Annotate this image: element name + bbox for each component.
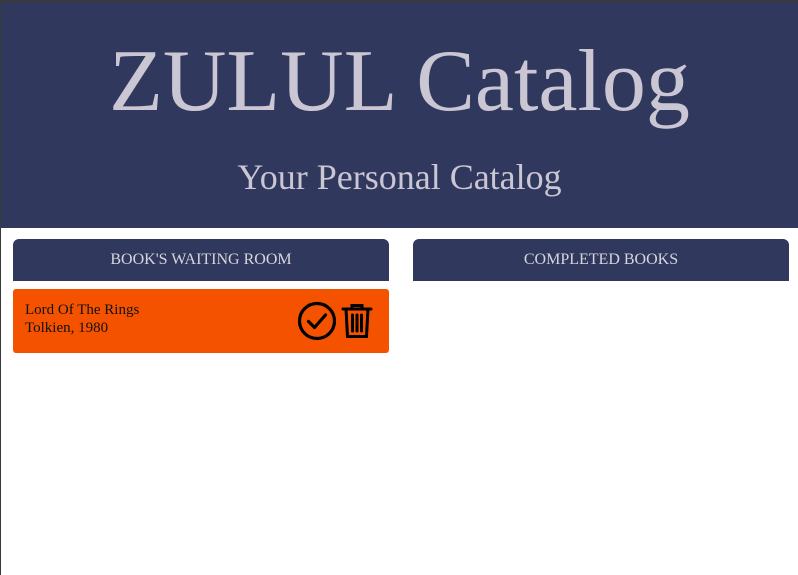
book-title: Lord Of The Rings: [25, 302, 140, 318]
book-author-year: Tolkien, 1980: [25, 320, 109, 336]
app-title: ZULUL Catalog: [109, 33, 690, 130]
check-circle-icon[interactable]: [297, 301, 337, 341]
app-subtitle: Your Personal Catalog: [237, 157, 562, 197]
completed-books-header: COMPLETED BOOKS: [413, 239, 789, 281]
waiting-room-header: BOOK'S WAITING ROOM: [13, 239, 389, 281]
app-header: ZULUL Catalog Your Personal Catalog: [1, 2, 798, 228]
book-card: Lord Of The Rings Tolkien, 1980: [13, 289, 389, 353]
trash-icon[interactable]: [337, 301, 377, 341]
